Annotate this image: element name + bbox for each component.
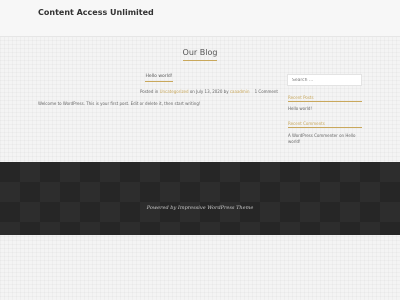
page-title-underline bbox=[183, 60, 217, 61]
post-meta: Posted in Uncategorized on July 13, 2020… bbox=[38, 89, 278, 94]
post-title[interactable]: Hello world! bbox=[120, 74, 198, 79]
recent-comments-underline bbox=[288, 127, 362, 128]
category-link[interactable]: Uncategorized bbox=[160, 89, 189, 94]
recent-comment-item[interactable]: A WordPress Commenter on Hello world! bbox=[288, 133, 362, 144]
by-label: by bbox=[223, 89, 229, 94]
post-excerpt: Welcome to WordPress. This is your first… bbox=[38, 101, 201, 106]
page-title: Our Blog bbox=[182, 48, 218, 57]
recent-posts-underline bbox=[288, 101, 362, 102]
recent-posts-title: Recent Posts bbox=[288, 95, 314, 100]
recent-comments-title: Recent Comments bbox=[288, 121, 325, 126]
posted-in-label: Posted in bbox=[139, 89, 159, 94]
on-label: on bbox=[189, 89, 195, 94]
site-title[interactable]: Content Access Unlimited bbox=[38, 7, 178, 18]
site-header: Content Access Unlimited bbox=[0, 0, 400, 37]
site-footer: Powered by Impressive WordPress Theme bbox=[0, 162, 400, 235]
footer-credit[interactable]: Powered by Impressive WordPress Theme bbox=[0, 205, 400, 211]
author-link[interactable]: caaadmin bbox=[230, 89, 250, 94]
comments-link[interactable]: 1 Comment bbox=[255, 89, 278, 94]
post-title-underline bbox=[145, 81, 173, 82]
recent-post-item[interactable]: Hello world! bbox=[288, 106, 362, 112]
post-date: July 13, 2020 bbox=[196, 89, 223, 94]
search-input[interactable] bbox=[287, 74, 362, 86]
